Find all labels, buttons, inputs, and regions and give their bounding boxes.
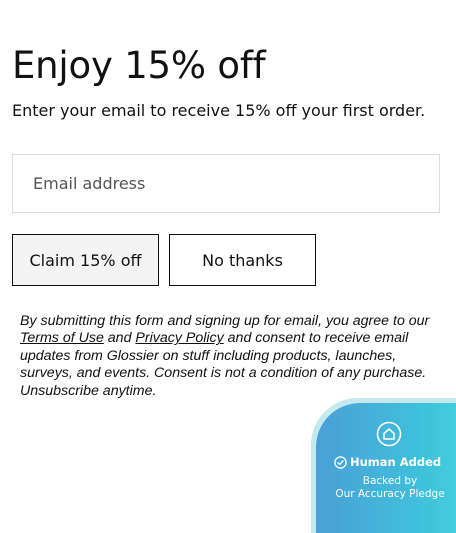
human-added-badge[interactable]: Human Added Backed by Our Accuracy Pledg… (316, 403, 456, 533)
email-input[interactable] (12, 154, 440, 213)
terms-of-use-link[interactable]: Terms of Use (20, 330, 104, 346)
check-circle-icon (334, 455, 347, 469)
no-thanks-label: No thanks (202, 250, 283, 270)
badge-title-row: Human Added (334, 455, 441, 469)
disclaimer-text-2: and (103, 330, 136, 347)
badge-line-2: Our Accuracy Pledge (335, 487, 445, 500)
badge-subtitle: Backed by Our Accuracy Pledge (316, 475, 456, 500)
claim-discount-label: Claim 15% off (29, 250, 142, 270)
badge-title: Human Added (350, 455, 442, 469)
claim-discount-button[interactable]: Claim 15% off (12, 234, 159, 286)
privacy-policy-link[interactable]: Privacy Policy (135, 330, 223, 346)
modal-subtitle: Enter your email to receive 15% off your… (12, 101, 426, 120)
consent-disclaimer: By submitting this form and signing up f… (20, 313, 440, 400)
home-icon (376, 421, 402, 447)
badge-line-1: Backed by (362, 475, 418, 487)
modal-title: Enjoy 15% off (12, 44, 266, 87)
disclaimer-text-1: By submitting this form and signing up f… (20, 313, 430, 329)
no-thanks-button[interactable]: No thanks (169, 234, 316, 286)
